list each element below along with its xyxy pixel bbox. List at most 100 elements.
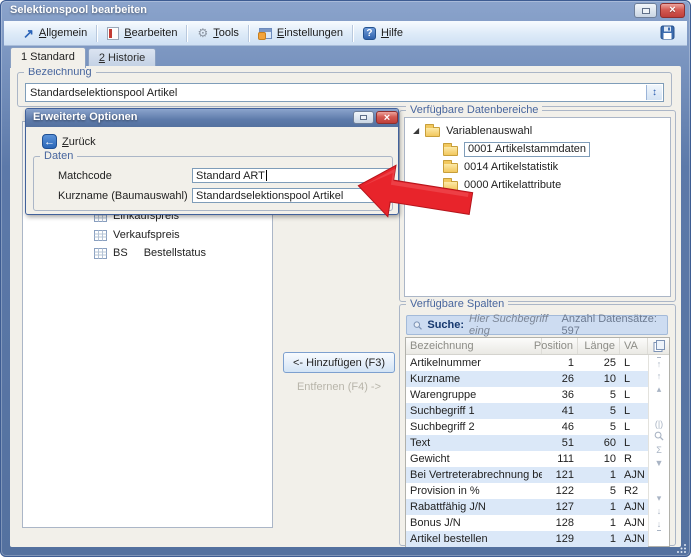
table-row[interactable]: Bonus J/N 128 1 AJN [406,515,648,531]
close-icon: × [669,5,675,16]
cell-va: R2 [620,485,648,497]
toolbar-item-bearbeiten[interactable]: Bearbeiten [98,21,186,45]
table-row[interactable]: Warengruppe 36 5 L [406,387,648,403]
cell-position: 127 [542,501,578,513]
scroll-down-icon[interactable]: ↓ [657,505,662,518]
restore-icon [360,115,367,120]
table-row[interactable]: Provision in % 122 5 R2 [406,483,648,499]
datenbereiche-tree[interactable]: ◢ Variablenauswahl 0001 Artikelstammdate… [404,117,671,297]
toolbar-item-einstellungen[interactable]: Einstellungen [250,21,352,45]
toolbar-label: Hilfe [381,27,403,39]
copy-columns-icon[interactable] [653,340,666,353]
search-icon [413,320,422,331]
tree-node-artikelattribute[interactable]: 0000 Artikelattribute [443,178,561,191]
back-button[interactable]: ← Zurück [36,132,102,151]
edit-icon [107,27,119,40]
cell-va: AJN [620,517,648,529]
bezeichnung-dropdown-button[interactable]: ↕ [646,85,662,100]
window-title: Selektionspool bearbeiten [10,4,147,16]
expander-icon[interactable]: ◢ [413,126,419,135]
toolbar-label: Bearbeiten [124,27,177,39]
table-row[interactable]: Gewicht 111 10 R [406,451,648,467]
cell-name: Suchbegriff 1 [406,405,542,417]
table-nav-strip: ↑ ↑ ▴ (|) Σ ▼ ▾ ↓ ↓ [648,355,669,546]
save-button[interactable] [660,25,675,43]
table-row[interactable]: Artikel bestellen 129 1 AJN [406,531,648,547]
close-button[interactable]: × [660,3,685,18]
cell-laenge: 10 [578,373,620,385]
cell-position: 41 [542,405,578,417]
cell-laenge: 5 [578,405,620,417]
cell-va: AJN [620,533,648,545]
toolbar-item-tools[interactable]: ⚙ Tools [188,21,247,45]
table-row[interactable]: Suchbegriff 2 46 5 L [406,419,648,435]
tree-node-artikelstatistik[interactable]: 0014 Artikelstatistik [443,160,558,173]
dialog-restore-button[interactable] [353,111,374,124]
row-up-icon[interactable]: ▴ [657,383,662,396]
column-header-va[interactable]: VA [620,338,648,354]
table-row[interactable]: Bei Vertreterabrechnung berücksichtige 1… [406,467,648,483]
bezeichnung-input[interactable]: Standardselektionspool Artikel ↕ [25,83,664,102]
tab-historie[interactable]: 2 Historie [88,48,156,68]
toolbar-item-hilfe[interactable]: ? Hilfe [354,21,412,45]
resize-grip[interactable] [677,543,687,553]
cell-position: 111 [542,453,578,465]
table-row[interactable]: Text 51 60 L [406,435,648,451]
kurzname-input[interactable]: Standardselektionspool Artikel [192,188,392,203]
cell-laenge: 1 [578,501,620,513]
matchcode-input[interactable]: Standard ART [192,168,392,183]
remove-button-disabled: Entfernen (F4) -> [283,381,395,393]
table-row[interactable]: Rabattfähig J/N 127 1 AJN [406,499,648,515]
cell-va: R [620,453,648,465]
tab-standard[interactable]: 1 Standard [10,47,86,68]
dialog-title: Erweiterte Optionen [33,111,138,123]
scroll-to-top-icon[interactable]: ↑ [657,357,662,370]
cell-laenge: 25 [578,357,620,369]
folder-open-icon [443,146,458,156]
dialog-close-button[interactable]: × [376,111,398,124]
cell-laenge: 5 [578,485,620,497]
table-row[interactable]: Suchbegriff 1 41 5 L [406,403,648,419]
bezeichnung-group: Bezeichnung Standardselektionspool Artik… [17,72,672,107]
cell-position: 128 [542,517,578,529]
cell-va: L [620,437,648,449]
tree-node-variablenauswahl[interactable]: ◢ Variablenauswahl [413,124,532,137]
tree-node-artikelstammdaten[interactable]: 0001 Artikelstammdaten [443,142,590,157]
cell-name: Rabattfähig J/N [406,501,542,513]
group-icon[interactable]: (|) [655,418,663,431]
list-item[interactable]: BS Bestellstatus [94,247,206,259]
table-row[interactable]: Kurzname 26 10 L [406,371,648,387]
cell-name: Suchbegriff 2 [406,421,542,433]
column-header-position[interactable]: Position [542,338,578,354]
scroll-up-icon[interactable]: ↑ [657,370,662,383]
kurzname-value: Standardselektionspool Artikel [196,190,343,202]
table-column-icon [94,248,107,259]
cell-va: AJN [620,501,648,513]
sum-icon[interactable]: Σ [656,444,662,457]
matchcode-label: Matchcode [58,170,112,182]
column-header-laenge[interactable]: Länge [578,338,620,354]
toolbar-item-allgemein[interactable]: ↗ Allgemein [14,21,96,45]
table-search-icon[interactable] [654,431,664,444]
cell-name: Artikelnummer [406,357,542,369]
filter-icon[interactable]: ▼ [655,457,664,470]
table-row[interactable]: Artikelnummer 1 25 L [406,355,648,371]
daten-legend: Daten [40,150,77,162]
row-down-icon[interactable]: ▾ [657,492,662,505]
add-button[interactable]: <- Hinzufügen (F3) [283,352,395,373]
search-placeholder: Hier Suchbegriff eing [469,313,556,337]
cell-laenge: 5 [578,389,620,401]
main-toolbar: ↗ Allgemein Bearbeiten ⚙ Tools Einstellu… [4,21,687,46]
list-item[interactable]: Verkaufspreis [94,229,180,241]
search-bar[interactable]: Suche: Hier Suchbegriff eing Anzahl Date… [406,315,668,335]
folder-icon [443,163,458,173]
toolbar-label: Einstellungen [277,27,343,39]
cell-position: 1 [542,357,578,369]
restore-button[interactable] [634,3,657,18]
column-header-bezeichnung[interactable]: Bezeichnung [406,338,542,354]
tab-label: 1 Standard [21,51,75,63]
remove-button-label: Entfernen (F4) -> [297,381,381,393]
add-button-label: <- Hinzufügen (F3) [293,357,385,369]
scroll-to-bottom-icon[interactable]: ↓ [657,518,662,531]
text-caret [266,170,267,181]
